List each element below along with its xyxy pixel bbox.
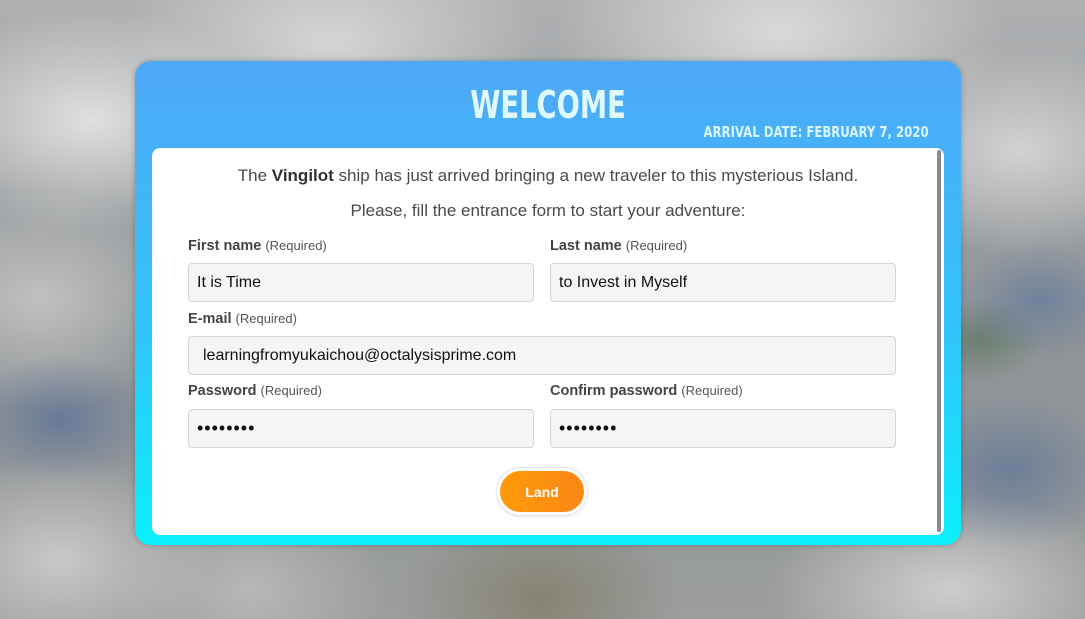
last-name-label: Last name (Required) bbox=[550, 238, 688, 254]
password-label: Password (Required) bbox=[188, 383, 322, 399]
first-name-label: First name (Required) bbox=[188, 238, 327, 254]
first-name-field[interactable] bbox=[188, 263, 534, 302]
entrance-form: The Vingilot ship has just arrived bring… bbox=[152, 148, 944, 535]
ship-name: Vingilot bbox=[271, 166, 334, 185]
welcome-panel: Welcome Arrival date: February 7, 2020 T… bbox=[135, 61, 961, 545]
page-title: Welcome bbox=[470, 83, 626, 127]
confirm-password-field[interactable] bbox=[550, 409, 896, 448]
intro-instruction: Please, fill the entrance form to start … bbox=[350, 201, 746, 220]
email-label: E-mail (Required) bbox=[188, 311, 297, 327]
intro-text: The Vingilot ship has just arrived bring… bbox=[237, 166, 859, 185]
last-name-field[interactable] bbox=[550, 263, 896, 302]
land-button[interactable]: Land bbox=[497, 468, 587, 515]
password-field[interactable] bbox=[188, 409, 534, 448]
arrival-date: Arrival date: February 7, 2020 bbox=[703, 123, 929, 141]
email-field[interactable] bbox=[188, 336, 896, 375]
confirm-password-label: Confirm password (Required) bbox=[550, 383, 743, 399]
